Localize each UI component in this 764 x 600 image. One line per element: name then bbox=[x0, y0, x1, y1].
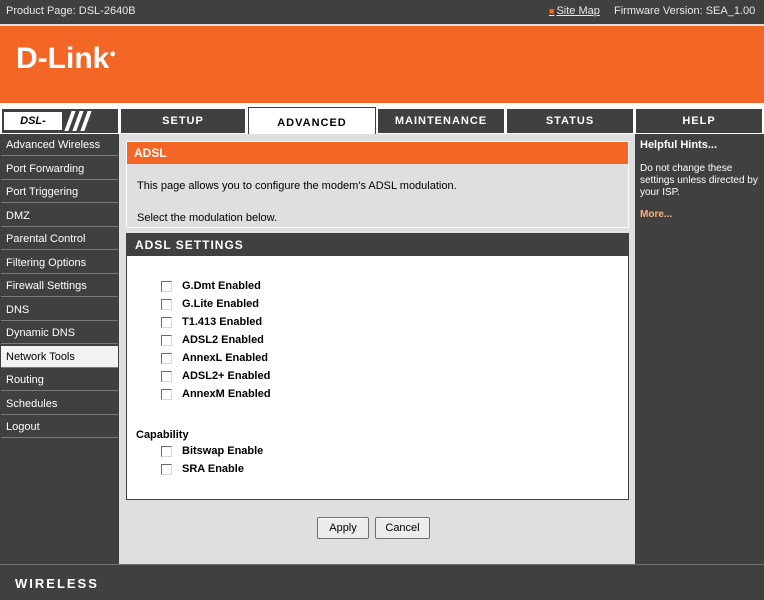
brand-banner: D-Link● bbox=[0, 24, 764, 103]
menu-item-filtering-options[interactable]: Filtering Options bbox=[1, 252, 118, 274]
nav-row: DSL-2640B SETUP ADVANCED MAINTENANCE STA… bbox=[0, 103, 764, 145]
g-lite-checkbox[interactable] bbox=[161, 298, 172, 310]
tab-setup[interactable]: SETUP bbox=[121, 109, 245, 133]
hints-body: Do not change these settings unless dire… bbox=[640, 163, 758, 198]
logo-text: D-Link bbox=[16, 42, 110, 75]
menu-item-network-tools[interactable]: Network Tools bbox=[1, 345, 118, 368]
adsl2plus-label: ADSL2+ Enabled bbox=[182, 370, 271, 382]
tab-maintenance[interactable]: MAINTENANCE bbox=[378, 109, 504, 133]
firmware-version: Firmware Version: SEA_1.00 bbox=[614, 5, 756, 17]
dlink-logo: D-Link● bbox=[16, 42, 116, 76]
adsl2-label: ADSL2 Enabled bbox=[182, 334, 264, 346]
wireless-label: WIRELESS bbox=[15, 576, 99, 591]
registered-icon: ● bbox=[109, 48, 116, 60]
tab-help[interactable]: HELP bbox=[636, 109, 762, 133]
menu-item-dynamic-dns[interactable]: Dynamic DNS bbox=[1, 322, 118, 344]
menu-item-dns[interactable]: DNS bbox=[1, 299, 118, 321]
sra-label: SRA Enable bbox=[182, 463, 244, 475]
menu-item-advanced-wireless[interactable]: Advanced Wireless bbox=[1, 134, 118, 156]
product-page-label: Product Page: DSL-2640B bbox=[6, 5, 136, 17]
capability-title: Capability bbox=[136, 429, 189, 441]
option-annexl: AnnexL Enabled bbox=[161, 351, 268, 365]
cancel-button[interactable]: Cancel bbox=[375, 517, 430, 539]
adsl-settings-box: ADSL SETTINGS G.Dmt Enabled G.Lite Enabl… bbox=[126, 233, 629, 500]
site-map-label: Site Map bbox=[556, 5, 600, 17]
g-dmt-label: G.Dmt Enabled bbox=[182, 280, 261, 292]
apply-button[interactable]: Apply bbox=[317, 517, 369, 539]
tab-status[interactable]: STATUS bbox=[507, 109, 633, 133]
g-dmt-checkbox[interactable] bbox=[161, 280, 172, 292]
option-annexm: AnnexM Enabled bbox=[161, 387, 271, 401]
tab-advanced[interactable]: ADVANCED bbox=[248, 107, 376, 135]
option-sra: SRA Enable bbox=[161, 462, 244, 476]
menu-item-routing[interactable]: Routing bbox=[1, 369, 118, 391]
adsl-info-box: ADSL This page allows you to configure t… bbox=[126, 141, 629, 228]
helpful-hints-panel: Helpful Hints... Do not change these set… bbox=[636, 134, 764, 564]
hints-title: Helpful Hints... bbox=[640, 139, 717, 151]
adsl-description: This page allows you to configure the mo… bbox=[137, 180, 457, 192]
bullet-icon: ■ bbox=[549, 6, 555, 16]
annexl-checkbox[interactable] bbox=[161, 352, 172, 364]
option-bitswap: Bitswap Enable bbox=[161, 444, 263, 458]
menu-item-schedules[interactable]: Schedules bbox=[1, 393, 118, 415]
adsl-instruction: Select the modulation below. bbox=[137, 212, 278, 224]
footer-bar: WIRELESS bbox=[0, 564, 764, 600]
bitswap-label: Bitswap Enable bbox=[182, 445, 264, 457]
main-content: ADSL This page allows you to configure t… bbox=[119, 134, 635, 564]
left-menu: Advanced Wireless Port Forwarding Port T… bbox=[0, 134, 119, 564]
model-label: DSL-2640B bbox=[4, 112, 62, 145]
menu-item-port-forwarding[interactable]: Port Forwarding bbox=[1, 158, 118, 180]
t1-413-label: T1.413 Enabled bbox=[182, 316, 263, 328]
sra-checkbox[interactable] bbox=[161, 463, 172, 475]
option-adsl2plus: ADSL2+ Enabled bbox=[161, 369, 270, 383]
option-t1-413: T1.413 Enabled bbox=[161, 315, 262, 329]
menu-item-port-triggering[interactable]: Port Triggering bbox=[1, 181, 118, 203]
t1-413-checkbox[interactable] bbox=[161, 316, 172, 328]
annexl-label: AnnexL Enabled bbox=[182, 352, 268, 364]
top-bar: Product Page: DSL-2640B ■ Site Map Firmwa… bbox=[0, 0, 764, 24]
annexm-label: AnnexM Enabled bbox=[182, 388, 271, 400]
site-map-link[interactable]: ■ Site Map bbox=[549, 5, 600, 17]
adsl2plus-checkbox[interactable] bbox=[161, 370, 172, 382]
adsl-header: ADSL bbox=[127, 142, 628, 164]
bitswap-checkbox[interactable] bbox=[161, 445, 172, 457]
option-g-dmt: G.Dmt Enabled bbox=[161, 279, 261, 293]
adsl2-checkbox[interactable] bbox=[161, 334, 172, 346]
menu-item-logout[interactable]: Logout bbox=[1, 416, 118, 438]
option-adsl2: ADSL2 Enabled bbox=[161, 333, 264, 347]
g-lite-label: G.Lite Enabled bbox=[182, 298, 260, 310]
hints-more-link[interactable]: More... bbox=[640, 209, 672, 220]
model-badge: DSL-2640B bbox=[2, 109, 118, 145]
menu-item-parental-control[interactable]: Parental Control bbox=[1, 228, 118, 250]
annexm-checkbox[interactable] bbox=[161, 388, 172, 400]
adsl-settings-header: ADSL SETTINGS bbox=[127, 234, 628, 256]
option-g-lite: G.Lite Enabled bbox=[161, 297, 259, 311]
menu-item-dmz[interactable]: DMZ bbox=[1, 205, 118, 227]
menu-item-firewall-settings[interactable]: Firewall Settings bbox=[1, 275, 118, 297]
